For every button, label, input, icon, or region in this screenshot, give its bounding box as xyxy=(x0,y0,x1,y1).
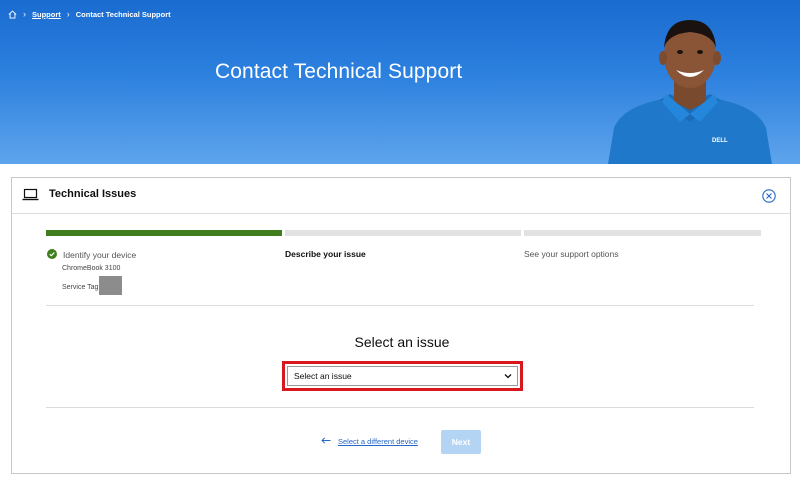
technical-issues-card: Technical Issues Identify your device Ch… xyxy=(11,177,791,474)
arrow-left-icon xyxy=(321,437,331,446)
check-circle-icon xyxy=(47,249,57,261)
step-1-label: Identify your device xyxy=(63,250,137,260)
device-model: ChromeBook 3100 xyxy=(62,265,121,272)
issue-select[interactable]: Select an issue xyxy=(287,366,518,386)
divider xyxy=(46,305,754,306)
service-tag-redaction xyxy=(99,276,123,295)
step-identify-device: Identify your device xyxy=(47,249,136,261)
dell-logo: DELL xyxy=(712,138,728,144)
laptop-icon xyxy=(22,188,39,206)
breadcrumb-current: Contact Technical Support xyxy=(75,10,171,19)
step-3-label: See your support options xyxy=(524,249,619,259)
progress-bar-step-2 xyxy=(285,230,521,236)
select-different-device-link[interactable]: Select a different device xyxy=(321,437,418,446)
support-agent-image: DELL xyxy=(608,20,772,164)
breadcrumb: › Support › Contact Technical Support xyxy=(8,10,171,19)
step-2-label: Describe your issue xyxy=(285,249,366,259)
issue-heading: Select an issue xyxy=(354,334,450,350)
service-tag-label: Service Tag xyxy=(62,283,99,291)
progress-steps xyxy=(46,230,761,238)
close-circle-icon[interactable] xyxy=(762,189,776,208)
card-title: Technical Issues xyxy=(49,188,137,200)
issue-select-highlight: Select an issue xyxy=(282,361,523,391)
chevron-right-icon: › xyxy=(23,9,26,19)
divider xyxy=(46,407,754,408)
issue-select-value: Select an issue xyxy=(294,371,352,381)
progress-bar-step-1 xyxy=(46,230,282,236)
back-link-label: Select a different device xyxy=(338,437,418,446)
card-footer: Select a different device Next xyxy=(12,430,792,454)
progress-bar-step-3 xyxy=(524,230,761,236)
card-header: Technical Issues xyxy=(12,178,790,214)
home-icon[interactable] xyxy=(8,10,17,19)
chevron-down-icon xyxy=(504,371,512,381)
hero-banner: › Support › Contact Technical Support Co… xyxy=(0,0,800,164)
page-title: Contact Technical Support xyxy=(215,60,463,83)
next-button[interactable]: Next xyxy=(441,430,481,454)
service-tag: Service Tag xyxy=(62,276,123,295)
chevron-right-icon: › xyxy=(66,9,70,19)
breadcrumb-support-link[interactable]: Support xyxy=(32,10,61,19)
